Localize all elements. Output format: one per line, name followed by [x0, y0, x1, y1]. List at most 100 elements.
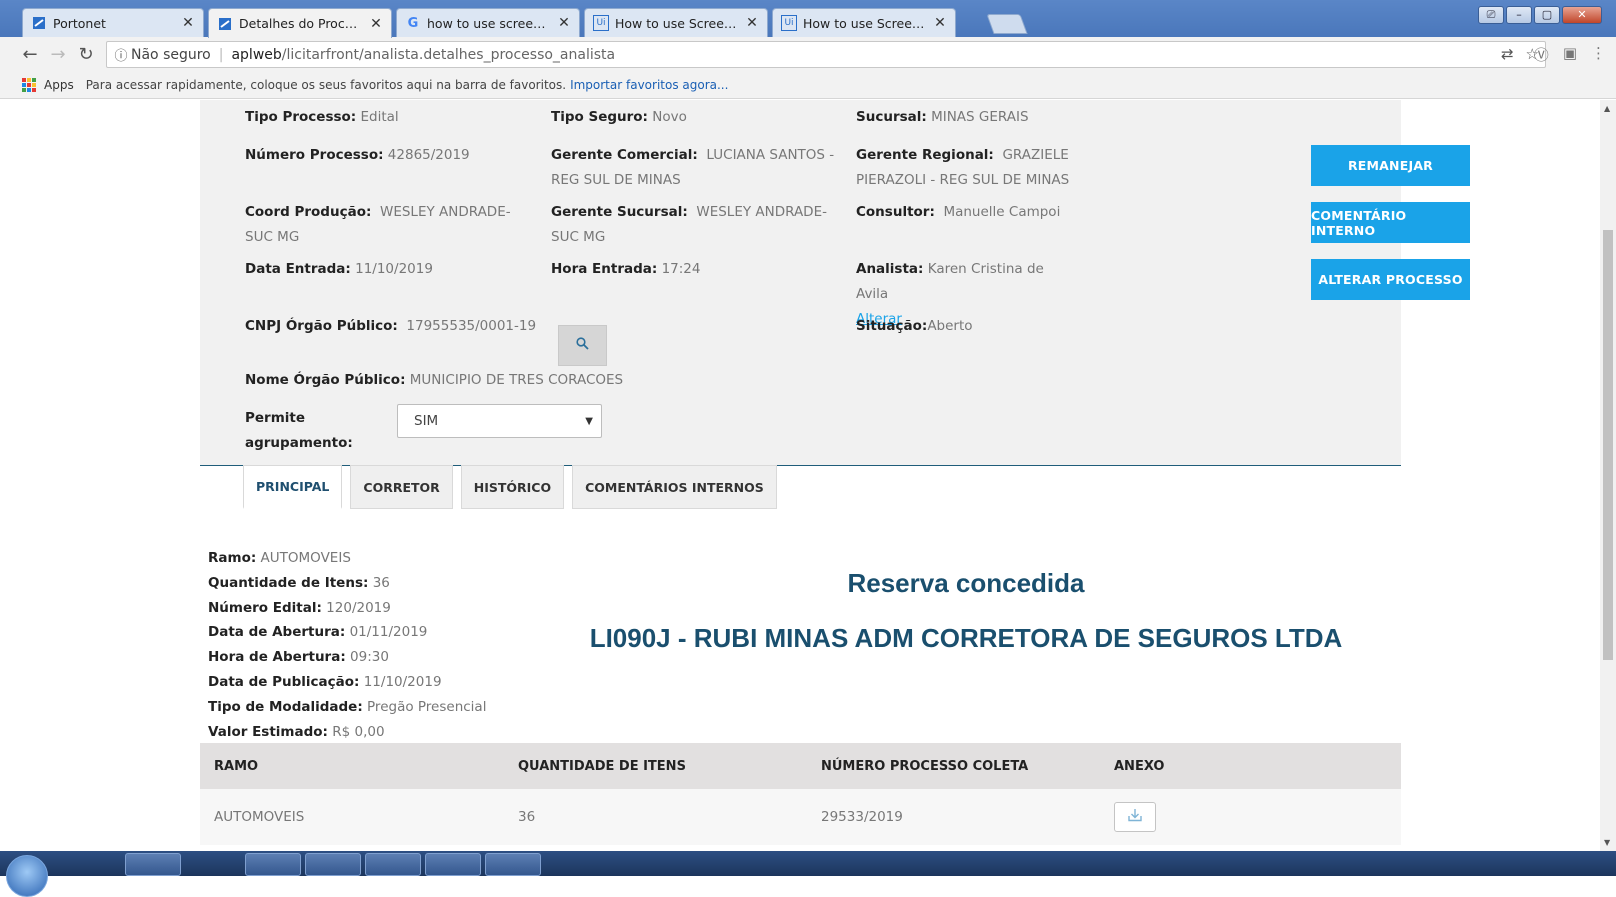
close-icon[interactable]: ✕ [369, 16, 383, 32]
permite-agrupamento-select[interactable]: SIM ▼ [397, 404, 602, 438]
column-header-anexo: ANEXO [1114, 758, 1165, 774]
close-icon[interactable]: ✕ [933, 15, 947, 31]
column-header-ramo: RAMO [214, 758, 259, 774]
close-window-button[interactable]: ✕ [1562, 6, 1602, 24]
comentario-interno-button[interactable]: COMENTÁRIO INTERNO [1311, 202, 1470, 243]
document-icon [31, 15, 47, 31]
bookmarks-hint: Para acessar rapidamente, coloque os seu… [85, 77, 567, 92]
scroll-up-icon[interactable]: ▲ [1604, 104, 1610, 113]
apps-icon[interactable] [22, 77, 36, 92]
search-cnpj-button[interactable] [558, 325, 607, 366]
cell-anexo [1109, 802, 1401, 832]
back-arrow-icon[interactable]: ← [16, 44, 44, 65]
security-label: Não seguro [131, 46, 211, 63]
scroll-down-icon[interactable]: ▼ [1604, 838, 1610, 847]
uipath-icon: Ui [781, 15, 797, 31]
taskbar-item[interactable] [245, 853, 301, 876]
address-bar[interactable]: ⓘ Não seguro | aplweb /licitarfront/anal… [106, 41, 1546, 68]
download-anexo-button[interactable] [1114, 802, 1156, 832]
field-consultor: Consultor: Manuelle Campoi [856, 204, 1061, 220]
field-gerente-sucursal: Gerente Sucursal: WESLEY ANDRADE- SUC MG [551, 204, 827, 245]
remanejar-button[interactable]: REMANEJAR [1311, 145, 1470, 186]
browser-tab-google[interactable]: G how to use screen scrapin ✕ [396, 8, 580, 37]
info-data-abertura: Data de Abertura: 01/11/2019 [208, 624, 428, 641]
field-nome-orgao: Nome Órgão Público: MUNICIPIO DE TRES CO… [245, 372, 624, 388]
table-header: RAMO QUANTIDADE DE ITENS NÚMERO PROCESSO… [200, 743, 1401, 789]
close-icon[interactable]: ✕ [745, 15, 759, 31]
field-gerente-comercial: Gerente Comercial: LUCIANA SANTOS - REG … [551, 147, 835, 188]
extension-ui-icon[interactable]: ▣ [1563, 44, 1577, 65]
extension-v-icon[interactable]: Ⓥ [1534, 44, 1549, 65]
scrollbar-thumb[interactable] [1603, 230, 1613, 660]
info-tipo-modalidade: Tipo de Modalidade: Pregão Presencial [208, 698, 487, 715]
browser-tab-uipath-1[interactable]: Ui How to use Screen Scrapi ✕ [584, 8, 768, 37]
start-button[interactable] [6, 855, 48, 897]
field-gerente-regional: Gerente Regional: GRAZIELE PIERAZOLI - R… [856, 147, 1070, 188]
field-tipo-seguro: Tipo Seguro: Novo [551, 109, 687, 125]
tab-comentarios-internos[interactable]: COMENTÁRIOS INTERNOS [572, 465, 777, 509]
forward-arrow-icon[interactable]: → [44, 44, 72, 65]
browser-tab-detalhes[interactable]: Detalhes do Processo ✕ [208, 8, 392, 38]
info-hora-abertura: Hora de Abertura: 09:30 [208, 649, 389, 666]
url-host: aplweb [231, 46, 282, 63]
translate-icon[interactable]: ⇄ [1501, 45, 1514, 63]
browser-tab-uipath-2[interactable]: Ui How to use Screen Scrapi ✕ [772, 8, 956, 37]
browser-tab-portonet[interactable]: Portonet ✕ [22, 8, 204, 37]
cell-ramo: AUTOMOVEIS [214, 809, 305, 825]
page-scrollbar[interactable]: ▲ ▼ [1600, 100, 1616, 851]
cell-numero-coleta: 29533/2019 [821, 809, 903, 825]
search-icon [576, 337, 589, 354]
taskbar-item[interactable] [125, 853, 181, 876]
taskbar-item[interactable] [485, 853, 541, 876]
select-value: SIM [414, 413, 439, 429]
info-ramo: Ramo: AUTOMOVEIS [208, 550, 351, 566]
document-icon [217, 16, 233, 32]
taskbar-item[interactable] [365, 853, 421, 876]
tab-historico[interactable]: HISTÓRICO [460, 465, 565, 509]
page-content: Tipo Processo: Edital Tipo Seguro: Novo … [0, 100, 1600, 851]
info-valor-estimado: Valor Estimado: R$ 0,00 [208, 723, 385, 740]
extension-icons: Ⓥ ▣ ⋮ [1534, 44, 1606, 65]
apps-link[interactable]: Apps [44, 78, 74, 92]
field-sucursal: Sucursal: MINAS GERAIS [856, 109, 1029, 125]
table-row: AUTOMOVEIS 36 29533/2019 [200, 789, 1401, 845]
windows-taskbar [0, 851, 1616, 897]
info-quantidade: Quantidade de Itens: 36 [208, 574, 390, 591]
field-situacao: Situação:Aberto [856, 318, 973, 334]
url-path: /licitarfront/analista.detalhes_processo… [281, 46, 616, 63]
tab-principal[interactable]: PRINCIPAL [243, 465, 343, 509]
tab-title: How to use Screen Scrapi [803, 15, 927, 31]
tab-corretor[interactable]: CORRETOR [350, 465, 453, 509]
field-coord-producao: Coord Produção: WESLEY ANDRADE- SUC MG [245, 204, 511, 245]
taskbar-item[interactable] [425, 853, 481, 876]
field-data-entrada: Data Entrada: 11/10/2019 [245, 261, 433, 277]
info-numero-edital: Número Edital: 120/2019 [208, 599, 391, 616]
field-permite-agrupamento-label: Permite agrupamento: [245, 410, 353, 451]
info-icon[interactable]: ⓘ [111, 45, 131, 64]
browser-tab-strip: Portonet ✕ Detalhes do Processo ✕ G how … [0, 0, 1616, 38]
separator: | [218, 46, 224, 63]
info-data-publicacao: Data de Publicação: 11/10/2019 [208, 673, 442, 690]
minimize-button[interactable]: – [1506, 6, 1532, 24]
bookmarks-bar: Apps Para acessar rapidamente, coloque o… [0, 71, 1616, 99]
alterar-processo-button[interactable]: ALTERAR PROCESSO [1311, 259, 1470, 300]
field-numero-processo: Número Processo: 42865/2019 [245, 147, 470, 163]
import-bookmarks-link[interactable]: Importar favoritos agora... [570, 78, 728, 92]
menu-dots-icon[interactable]: ⋮ [1591, 44, 1606, 65]
tab-title: how to use screen scrapin [427, 15, 551, 31]
uipath-icon: Ui [593, 15, 609, 31]
principal-info-list: Ramo: AUTOMOVEIS Quantidade de Itens: 36… [208, 546, 486, 744]
profile-button[interactable]: ⎚ [1478, 6, 1504, 24]
reload-icon[interactable]: ↻ [72, 44, 100, 65]
window-controls: ⎚ – ▢ ✕ [1478, 6, 1602, 24]
page-tabs: PRINCIPAL CORRETOR HISTÓRICO COMENTÁRIOS… [243, 465, 777, 509]
close-icon[interactable]: ✕ [557, 15, 571, 31]
column-header-quantidade: QUANTIDADE DE ITENS [518, 758, 686, 774]
browser-toolbar: ← → ↻ ⓘ Não seguro | aplweb /licitarfron… [0, 37, 1616, 71]
column-header-numero-coleta: NÚMERO PROCESSO COLETA [821, 758, 1029, 774]
download-icon [1127, 808, 1143, 826]
restore-button[interactable]: ▢ [1534, 6, 1560, 24]
close-icon[interactable]: ✕ [181, 15, 195, 31]
new-tab-button[interactable] [986, 14, 1028, 34]
taskbar-item[interactable] [305, 853, 361, 876]
